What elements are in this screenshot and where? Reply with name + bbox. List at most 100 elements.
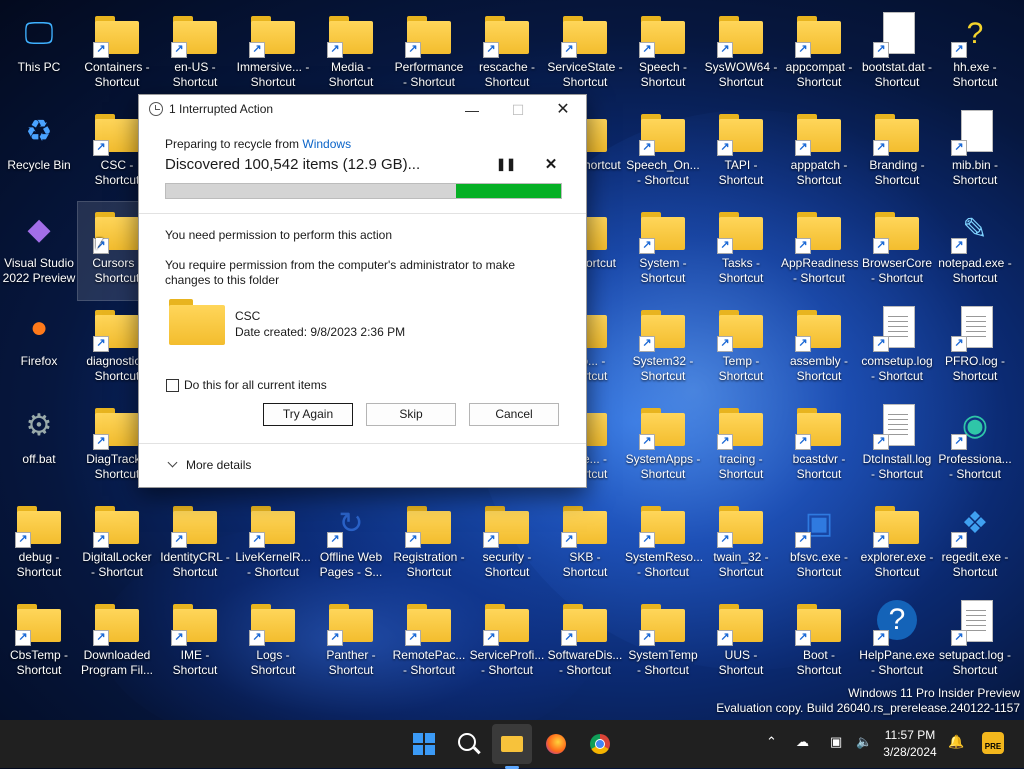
folder-icon: ↗	[873, 502, 921, 548]
desktop-icon[interactable]: ▣ ↗ bfsvc.exe - Shortcut	[780, 496, 858, 594]
desktop-icon[interactable]: ↗ tracing - Shortcut	[702, 398, 780, 496]
apply-all-label[interactable]: Do this for all current items	[184, 378, 327, 392]
shortcut-arrow-icon: ↗	[795, 532, 811, 548]
desktop-icon[interactable]: ↗ DtcInstall.log - Shortcut	[858, 398, 936, 496]
desktop-icon-label: security - Shortcut	[482, 550, 532, 579]
desktop-icon[interactable]: ↗ SoftwareDis... - Shortcut	[546, 594, 624, 692]
desktop-icon-label: UUS - Shortcut	[718, 648, 764, 677]
desktop-icon[interactable]: ↗ Panther - Shortcut	[312, 594, 390, 692]
desktop-icon[interactable]: ↗ ServiceProfi... - Shortcut	[468, 594, 546, 692]
desktop-icon[interactable]: ↗ Branding - Shortcut	[858, 104, 936, 202]
desktop-icon[interactable]: ↗ SysWOW64 - Shortcut	[702, 6, 780, 104]
desktop-icon[interactable]: ↗ bootstat.dat - Shortcut	[858, 6, 936, 104]
desktop-icon[interactable]: ⚙ off.bat	[0, 398, 78, 496]
desktop-icon[interactable]: ↗ SystemApps - Shortcut	[624, 398, 702, 496]
file-explorer-taskbar-button[interactable]	[492, 724, 532, 769]
firefox-taskbar-button[interactable]	[536, 724, 576, 764]
desktop-icon[interactable]: ↗ ServiceState - Shortcut	[546, 6, 624, 104]
desktop-icon[interactable]: ↗ Containers - Shortcut	[78, 6, 156, 104]
desktop-icon[interactable]: ↗ RemotePac... - Shortcut	[390, 594, 468, 692]
try-again-button[interactable]: Try Again	[263, 403, 353, 426]
desktop-icon[interactable]: ✎ ↗ notepad.exe - Shortcut	[936, 202, 1014, 300]
volume-icon[interactable]: 🔈	[856, 734, 872, 750]
desktop-icon[interactable]: ↗ Performance - Shortcut	[390, 6, 468, 104]
folder-icon: ↗	[327, 600, 375, 646]
start-button[interactable]	[404, 724, 444, 764]
folder-icon: ↗	[93, 306, 141, 352]
desktop-icon[interactable]: ↗ Boot - Shortcut	[780, 594, 858, 692]
desktop-icon[interactable]: ↗ debug - Shortcut	[0, 496, 78, 594]
chevron-up-icon[interactable]: ⌃	[766, 734, 777, 750]
desktop-icon[interactable]: ♻ Recycle Bin	[0, 104, 78, 202]
dialog-title-bar[interactable]: 1 Interrupted Action — ☐ ✕	[139, 95, 586, 125]
desktop-icon[interactable]: ● Firefox	[0, 300, 78, 398]
shortcut-arrow-icon: ↗	[93, 434, 109, 450]
desktop-icon[interactable]: ↗ DigitalLocker - Shortcut	[78, 496, 156, 594]
chrome-taskbar-button[interactable]	[580, 724, 620, 764]
desktop-icon[interactable]: ↗ TAPI - Shortcut	[702, 104, 780, 202]
clock-time[interactable]: 11:57 PM	[880, 728, 940, 742]
desktop-icon[interactable]: ↗ IdentityCRL - Shortcut	[156, 496, 234, 594]
pause-button[interactable]: ❚❚	[496, 157, 516, 175]
desktop-icon[interactable]: ↗ Temp - Shortcut	[702, 300, 780, 398]
desktop-icon[interactable]: ↗ mib.bin - Shortcut	[936, 104, 1014, 202]
desktop-icon[interactable]: ↗ appcompat - Shortcut	[780, 6, 858, 104]
shortcut-arrow-icon: ↗	[873, 140, 889, 156]
desktop-icon[interactable]: ↗ IME - Shortcut	[156, 594, 234, 692]
desktop-icon[interactable]: ↗ SKB - Shortcut	[546, 496, 624, 594]
clock-date[interactable]: 3/28/2024	[880, 745, 940, 759]
skip-button[interactable]: Skip	[366, 403, 456, 426]
desktop-icon[interactable]: ↗ Speech_On... - Shortcut	[624, 104, 702, 202]
desktop-icon[interactable]: ? ↗ hh.exe - Shortcut	[936, 6, 1014, 104]
desktop-icon[interactable]: ↗ Logs - Shortcut	[234, 594, 312, 692]
desktop-icon[interactable]: ↗ Registration - Shortcut	[390, 496, 468, 594]
permission-heading: You need permission to perform this acti…	[165, 228, 393, 242]
desktop-icon[interactable]: ↗ Downloaded Program Fil...	[78, 594, 156, 692]
desktop-icon[interactable]: ↗ LiveKernelR... - Shortcut	[234, 496, 312, 594]
mouse-cursor	[96, 238, 103, 250]
desktop-icon[interactable]: ? ↗ HelpPane.exe - Shortcut	[858, 594, 936, 692]
source-link[interactable]: Windows	[302, 137, 351, 151]
desktop-icon[interactable]: ◉ ↗ Professiona... - Shortcut	[936, 398, 1014, 496]
desktop-icon[interactable]: ↗ explorer.exe - Shortcut	[858, 496, 936, 594]
desktop-icon[interactable]: ↗ en-US - Shortcut	[156, 6, 234, 104]
stop-button[interactable]: ✕	[541, 155, 561, 175]
desktop-icon[interactable]: ↗ Media - Shortcut	[312, 6, 390, 104]
desktop-icon[interactable]: 🖵 This PC	[0, 6, 78, 104]
desktop-icon[interactable]: ↗ CbsTemp - Shortcut	[0, 594, 78, 692]
desktop-icon[interactable]: ↗ SystemReso... - Shortcut	[624, 496, 702, 594]
desktop-icon[interactable]: ↗ BrowserCore - Shortcut	[858, 202, 936, 300]
desktop-icon[interactable]: ↗ comsetup.log - Shortcut	[858, 300, 936, 398]
desktop-icon[interactable]: ↗ setupact.log - Shortcut	[936, 594, 1014, 692]
cancel-button[interactable]: Cancel	[469, 403, 559, 426]
desktop-icon[interactable]: ↗ apppatch - Shortcut	[780, 104, 858, 202]
desktop-icon[interactable]: ❖ ↗ regedit.exe - Shortcut	[936, 496, 1014, 594]
desktop-icon[interactable]: ↗ security - Shortcut	[468, 496, 546, 594]
onedrive-icon[interactable]: ☁	[796, 734, 809, 750]
minimize-button[interactable]: —	[449, 95, 495, 125]
folder-icon: ↗	[405, 502, 453, 548]
desktop-icon[interactable]: ↗ SystemTemp - Shortcut	[624, 594, 702, 692]
desktop-icon[interactable]: ↻ ↗ Offline Web Pages - S...	[312, 496, 390, 594]
more-details-toggle[interactable]: More details	[167, 457, 251, 472]
maximize-button[interactable]: ☐	[495, 95, 541, 125]
desktop-icon[interactable]: ↗ Speech - Shortcut	[624, 6, 702, 104]
desktop-icon[interactable]: ↗ bcastdvr - Shortcut	[780, 398, 858, 496]
desktop-icon[interactable]: ↗ assembly - Shortcut	[780, 300, 858, 398]
search-button[interactable]	[448, 724, 488, 764]
desktop-icon[interactable]: ↗ AppReadiness - Shortcut	[780, 202, 858, 300]
desktop-icon[interactable]: ↗ Immersive... - Shortcut	[234, 6, 312, 104]
pre-badge-icon[interactable]: PRE	[982, 732, 1004, 754]
notification-bell-icon[interactable]: 🔔	[948, 734, 964, 750]
network-icon[interactable]: ▣	[830, 734, 842, 750]
desktop-icon[interactable]: ↗ UUS - Shortcut	[702, 594, 780, 692]
close-button[interactable]: ✕	[540, 95, 586, 125]
apply-all-checkbox[interactable]	[166, 379, 179, 392]
desktop-icon[interactable]: ↗ twain_32 - Shortcut	[702, 496, 780, 594]
desktop-icon[interactable]: ↗ System32 - Shortcut	[624, 300, 702, 398]
desktop-icon[interactable]: ↗ rescache - Shortcut	[468, 6, 546, 104]
desktop-icon[interactable]: ↗ Tasks - Shortcut	[702, 202, 780, 300]
desktop-icon[interactable]: ↗ System - Shortcut	[624, 202, 702, 300]
desktop-icon[interactable]: ◆ Visual Studio 2022 Preview	[0, 202, 78, 300]
desktop-icon[interactable]: ↗ PFRO.log - Shortcut	[936, 300, 1014, 398]
